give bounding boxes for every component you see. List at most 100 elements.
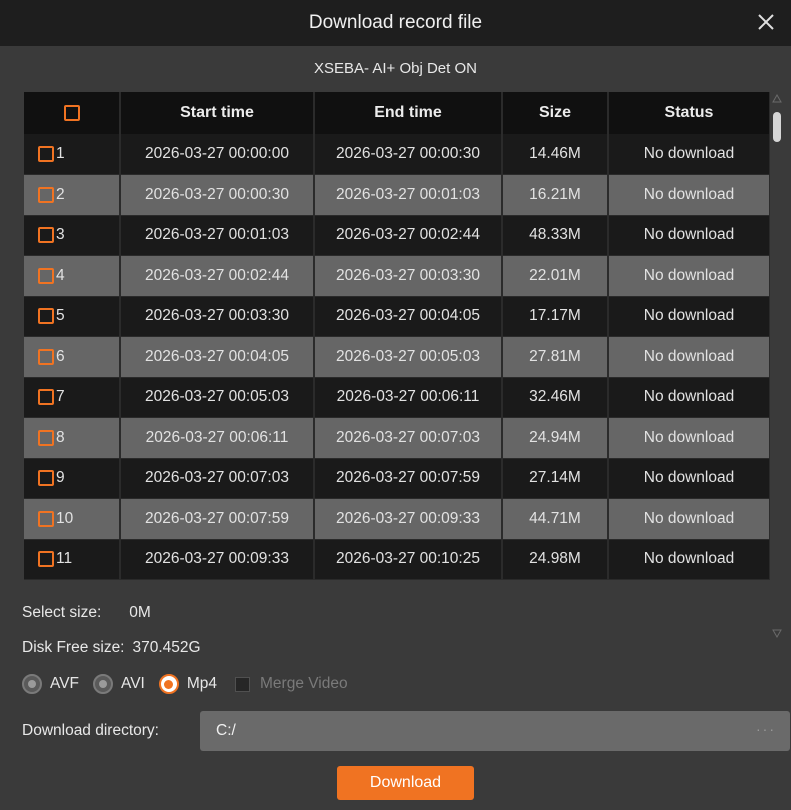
- table-row[interactable]: 9 2026-03-27 00:07:03 2026-03-27 00:07:59 2…: [24, 458, 770, 499]
- format-option-avi[interactable]: AVI: [93, 674, 145, 694]
- table-row[interactable]: 5 2026-03-27 00:03:30 2026-03-27 00:04:05 1…: [24, 296, 770, 337]
- row-checkbox[interactable]: [38, 267, 54, 284]
- row-checkbox[interactable]: [38, 145, 54, 162]
- table-row[interactable]: 6 2026-03-27 00:04:05 2026-03-27 00:05:03 2…: [24, 336, 770, 378]
- start-time-cell: 2026-03-27 00:01:03: [120, 215, 315, 256]
- column-header-end[interactable]: End time: [314, 92, 503, 134]
- format-label-avi: AVI: [121, 675, 145, 692]
- end-time-cell: 2026-03-27 00:02:44: [314, 215, 503, 256]
- size-cell: 16.21M: [502, 174, 609, 216]
- start-time-cell: 2026-03-27 00:07:59: [120, 498, 315, 540]
- end-time-cell: 2026-03-27 00:04:05: [314, 296, 503, 337]
- start-time-cell: 2026-03-27 00:05:03: [120, 377, 315, 418]
- select-size-value: 0M: [129, 604, 151, 621]
- row-select-cell: 8: [24, 417, 121, 459]
- title-bar: Download record file: [0, 0, 791, 46]
- status-cell: No download: [608, 215, 770, 256]
- format-label-avf: AVF: [50, 675, 79, 692]
- status-cell: No download: [608, 458, 770, 499]
- column-header-size[interactable]: Size: [502, 92, 609, 134]
- size-cell: 44.71M: [502, 498, 609, 540]
- browse-button[interactable]: ···: [756, 721, 776, 737]
- select-size-row: Select size: 0M: [22, 604, 151, 622]
- merge-video-label: Merge Video: [260, 675, 348, 692]
- table-row[interactable]: 11 2026-03-27 00:09:33 2026-03-27 00:10:25…: [24, 539, 770, 580]
- table-scrollbar[interactable]: [770, 92, 784, 640]
- radio-avi[interactable]: [93, 674, 113, 694]
- end-time-cell: 2026-03-27 00:07:59: [314, 458, 503, 499]
- row-checkbox[interactable]: [38, 429, 54, 446]
- table-row[interactable]: 3 2026-03-27 00:01:03 2026-03-27 00:02:44 4…: [24, 215, 770, 256]
- start-time-cell: 2026-03-27 00:09:33: [120, 539, 315, 580]
- status-cell: No download: [608, 377, 770, 418]
- scroll-thumb[interactable]: [773, 112, 781, 142]
- table-header: Start time End time Size Status: [24, 92, 770, 134]
- device-name: XSEBA- AI+ Obj Det ON: [314, 60, 477, 77]
- row-checkbox[interactable]: [38, 470, 54, 487]
- status-cell: No download: [608, 255, 770, 297]
- end-time-cell: 2026-03-27 00:01:03: [314, 174, 503, 216]
- row-select-cell: 10: [24, 498, 121, 540]
- end-time-cell: 2026-03-27 00:05:03: [314, 336, 503, 378]
- merge-video-checkbox[interactable]: [235, 676, 250, 692]
- row-checkbox[interactable]: [38, 186, 54, 203]
- download-dialog: XSEBA- AI+ Obj Det ON Start time End tim…: [0, 46, 791, 810]
- row-index: 3: [56, 226, 65, 244]
- disk-free-label: Disk Free size:: [22, 639, 125, 656]
- size-cell: 24.94M: [502, 417, 609, 459]
- status-cell: No download: [608, 174, 770, 216]
- format-option-mp4[interactable]: Mp4: [158, 674, 217, 694]
- column-header-start[interactable]: Start time: [120, 92, 315, 134]
- column-header-status[interactable]: Status: [608, 92, 770, 134]
- table-row[interactable]: 1 2026-03-27 00:00:00 2026-03-27 00:00:30 1…: [24, 134, 770, 175]
- scroll-down-icon[interactable]: [772, 628, 782, 638]
- row-checkbox[interactable]: [38, 551, 54, 568]
- row-index: 5: [56, 307, 65, 325]
- size-cell: 17.17M: [502, 296, 609, 337]
- row-checkbox[interactable]: [38, 348, 54, 365]
- row-select-cell: 1: [24, 134, 121, 175]
- table-row[interactable]: 8 2026-03-27 00:06:11 2026-03-27 00:07:03 2…: [24, 417, 770, 459]
- start-time-cell: 2026-03-27 00:03:30: [120, 296, 315, 337]
- download-button[interactable]: Download: [337, 766, 474, 800]
- table-row[interactable]: 2 2026-03-27 00:00:30 2026-03-27 00:01:03 1…: [24, 174, 770, 216]
- scroll-up-icon[interactable]: [772, 94, 782, 104]
- directory-input[interactable]: C:/ ···: [200, 711, 790, 751]
- row-index: 9: [56, 469, 65, 487]
- select-all-header: [24, 92, 121, 134]
- radio-avf[interactable]: [22, 674, 42, 694]
- size-cell: 27.81M: [502, 336, 609, 378]
- start-time-cell: 2026-03-27 00:00:00: [120, 134, 315, 175]
- row-select-cell: 11: [24, 539, 121, 580]
- radio-mp4[interactable]: [158, 674, 179, 694]
- row-checkbox[interactable]: [38, 227, 54, 244]
- row-index: 2: [56, 185, 65, 203]
- row-checkbox[interactable]: [38, 308, 54, 325]
- status-cell: No download: [608, 134, 770, 175]
- status-cell: No download: [608, 296, 770, 337]
- start-time-cell: 2026-03-27 00:07:03: [120, 458, 315, 499]
- row-select-cell: 2: [24, 174, 121, 216]
- format-options: AVF AVI Mp4 Merge Video: [22, 674, 348, 694]
- row-select-cell: 3: [24, 215, 121, 256]
- end-time-cell: 2026-03-27 00:09:33: [314, 498, 503, 540]
- row-index: 7: [56, 388, 65, 406]
- table-row[interactable]: 7 2026-03-27 00:05:03 2026-03-27 00:06:11 3…: [24, 377, 770, 418]
- size-cell: 22.01M: [502, 255, 609, 297]
- size-cell: 48.33M: [502, 215, 609, 256]
- row-checkbox[interactable]: [38, 389, 54, 406]
- end-time-cell: 2026-03-27 00:06:11: [314, 377, 503, 418]
- table-row[interactable]: 4 2026-03-27 00:02:44 2026-03-27 00:03:30 2…: [24, 255, 770, 297]
- close-icon[interactable]: [753, 9, 779, 35]
- format-option-avf[interactable]: AVF: [22, 674, 79, 694]
- select-all-checkbox[interactable]: [63, 104, 80, 121]
- size-cell: 32.46M: [502, 377, 609, 418]
- row-index: 10: [56, 509, 74, 527]
- end-time-cell: 2026-03-27 00:00:30: [314, 134, 503, 175]
- row-checkbox[interactable]: [38, 510, 54, 527]
- row-select-cell: 6: [24, 336, 121, 378]
- table-row[interactable]: 10 2026-03-27 00:07:59 2026-03-27 00:09:33…: [24, 498, 770, 540]
- row-index: 1: [56, 144, 65, 162]
- directory-label: Download directory:: [22, 722, 159, 739]
- row-index: 6: [56, 347, 65, 365]
